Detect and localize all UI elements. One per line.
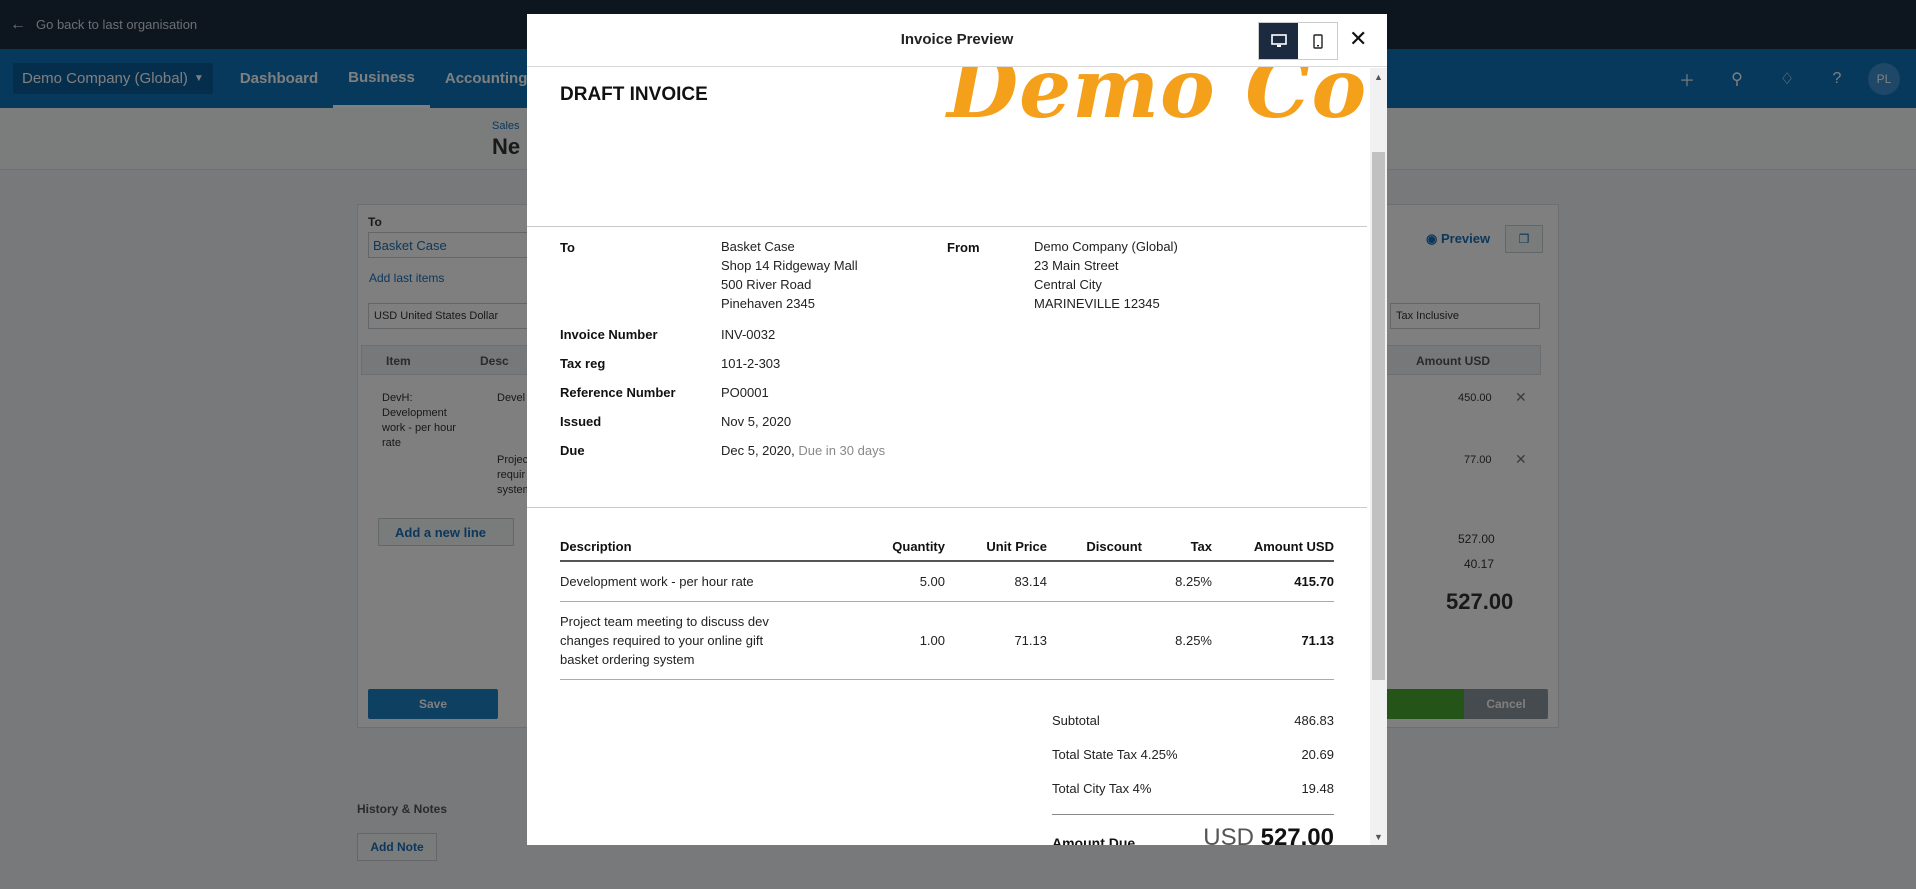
modal-scrollbar[interactable]: ▲ ▼ — [1370, 68, 1387, 845]
to-address: Basket Case Shop 14 Ridgeway Mall 500 Ri… — [721, 237, 858, 313]
line-items-table: Description Quantity Unit Price Discount… — [560, 533, 1334, 680]
table-header-row: Description Quantity Unit Price Discount… — [560, 533, 1334, 562]
due-value: Dec 5, 2020, Due in 30 days — [721, 443, 885, 458]
col-description: Description — [560, 533, 860, 562]
amount-due-currency: USD — [1203, 824, 1254, 845]
to-address-line: 500 River Road — [721, 277, 812, 292]
due-note: Due in 30 days — [798, 443, 886, 458]
line-unit-price: 83.14 — [945, 561, 1047, 602]
mobile-view-button[interactable] — [1298, 23, 1337, 59]
from-address-line: Central City — [1034, 277, 1102, 292]
state-tax-value: 20.69 — [1301, 747, 1334, 762]
col-discount: Discount — [1047, 533, 1142, 562]
invoice-preview-modal: Invoice Preview ✕ DRAFT INVOICE Demo Co.… — [527, 14, 1387, 845]
col-quantity: Quantity — [860, 533, 945, 562]
state-tax-label: Total State Tax 4.25% — [1052, 747, 1178, 762]
table-row: Project team meeting to discuss dev chan… — [560, 601, 1334, 680]
reference-number-value: PO0001 — [721, 385, 769, 400]
close-icon[interactable]: ✕ — [1349, 27, 1367, 51]
table-row: Development work - per hour rate 5.00 83… — [560, 561, 1334, 602]
invoice-number-value: INV-0032 — [721, 327, 776, 342]
mobile-icon — [1312, 33, 1323, 49]
line-description: Development work - per hour rate — [560, 561, 860, 602]
subtotal-value: 486.83 — [1294, 713, 1334, 728]
scroll-up-icon[interactable]: ▲ — [1374, 72, 1383, 82]
line-unit-price: 71.13 — [945, 601, 1047, 680]
to-address-line: Basket Case — [721, 239, 795, 254]
due-label: Due — [560, 443, 585, 458]
due-date: Dec 5, 2020, — [721, 443, 795, 458]
amount-due-number: 527.00 — [1260, 824, 1334, 845]
totals-divider — [1052, 814, 1334, 815]
tax-reg-value: 101-2-303 — [721, 356, 781, 371]
modal-header: Invoice Preview ✕ — [527, 14, 1387, 67]
line-amount: 71.13 — [1212, 601, 1334, 680]
tax-reg-label: Tax reg — [560, 356, 606, 371]
amount-due-label: Amount Due — [1052, 835, 1136, 845]
to-address-line: Shop 14 Ridgeway Mall — [721, 258, 858, 273]
invoice-document: DRAFT INVOICE Demo Co. To Basket Case Sh… — [527, 67, 1367, 845]
desktop-icon — [1270, 34, 1287, 47]
col-amount: Amount USD — [1212, 533, 1334, 562]
from-address-line: Demo Company (Global) — [1034, 239, 1178, 254]
line-discount — [1047, 601, 1142, 680]
company-logo: Demo Co. — [947, 67, 1367, 137]
from-address: Demo Company (Global) 23 Main Street Cen… — [1034, 237, 1178, 313]
amount-due-value: USD 527.00 — [1203, 824, 1334, 845]
issued-label: Issued — [560, 414, 602, 429]
scroll-down-icon[interactable]: ▼ — [1374, 832, 1383, 842]
line-quantity: 5.00 — [860, 561, 945, 602]
divider — [527, 226, 1367, 227]
from-address-line: MARINEVILLE 12345 — [1034, 296, 1160, 311]
draft-invoice-title: DRAFT INVOICE — [560, 84, 708, 105]
divider — [527, 507, 1367, 508]
line-tax: 8.25% — [1142, 561, 1212, 602]
invoice-number-label: Invoice Number — [560, 327, 658, 342]
from-label: From — [947, 240, 980, 255]
to-label: To — [560, 240, 575, 255]
col-tax: Tax — [1142, 533, 1212, 562]
line-amount: 415.70 — [1212, 561, 1334, 602]
line-description: Project team meeting to discuss dev chan… — [560, 601, 860, 680]
view-toggle — [1258, 22, 1338, 60]
reference-number-label: Reference Number — [560, 385, 676, 400]
scroll-thumb[interactable] — [1372, 152, 1385, 680]
city-tax-value: 19.48 — [1301, 781, 1334, 796]
line-quantity: 1.00 — [860, 601, 945, 680]
subtotal-label: Subtotal — [1052, 713, 1100, 728]
desktop-view-button[interactable] — [1259, 23, 1298, 59]
issued-value: Nov 5, 2020 — [721, 414, 792, 429]
from-address-line: 23 Main Street — [1034, 258, 1119, 273]
line-tax: 8.25% — [1142, 601, 1212, 680]
line-discount — [1047, 561, 1142, 602]
city-tax-label: Total City Tax 4% — [1052, 781, 1152, 796]
to-address-line: Pinehaven 2345 — [721, 296, 815, 311]
col-unit-price: Unit Price — [945, 533, 1047, 562]
